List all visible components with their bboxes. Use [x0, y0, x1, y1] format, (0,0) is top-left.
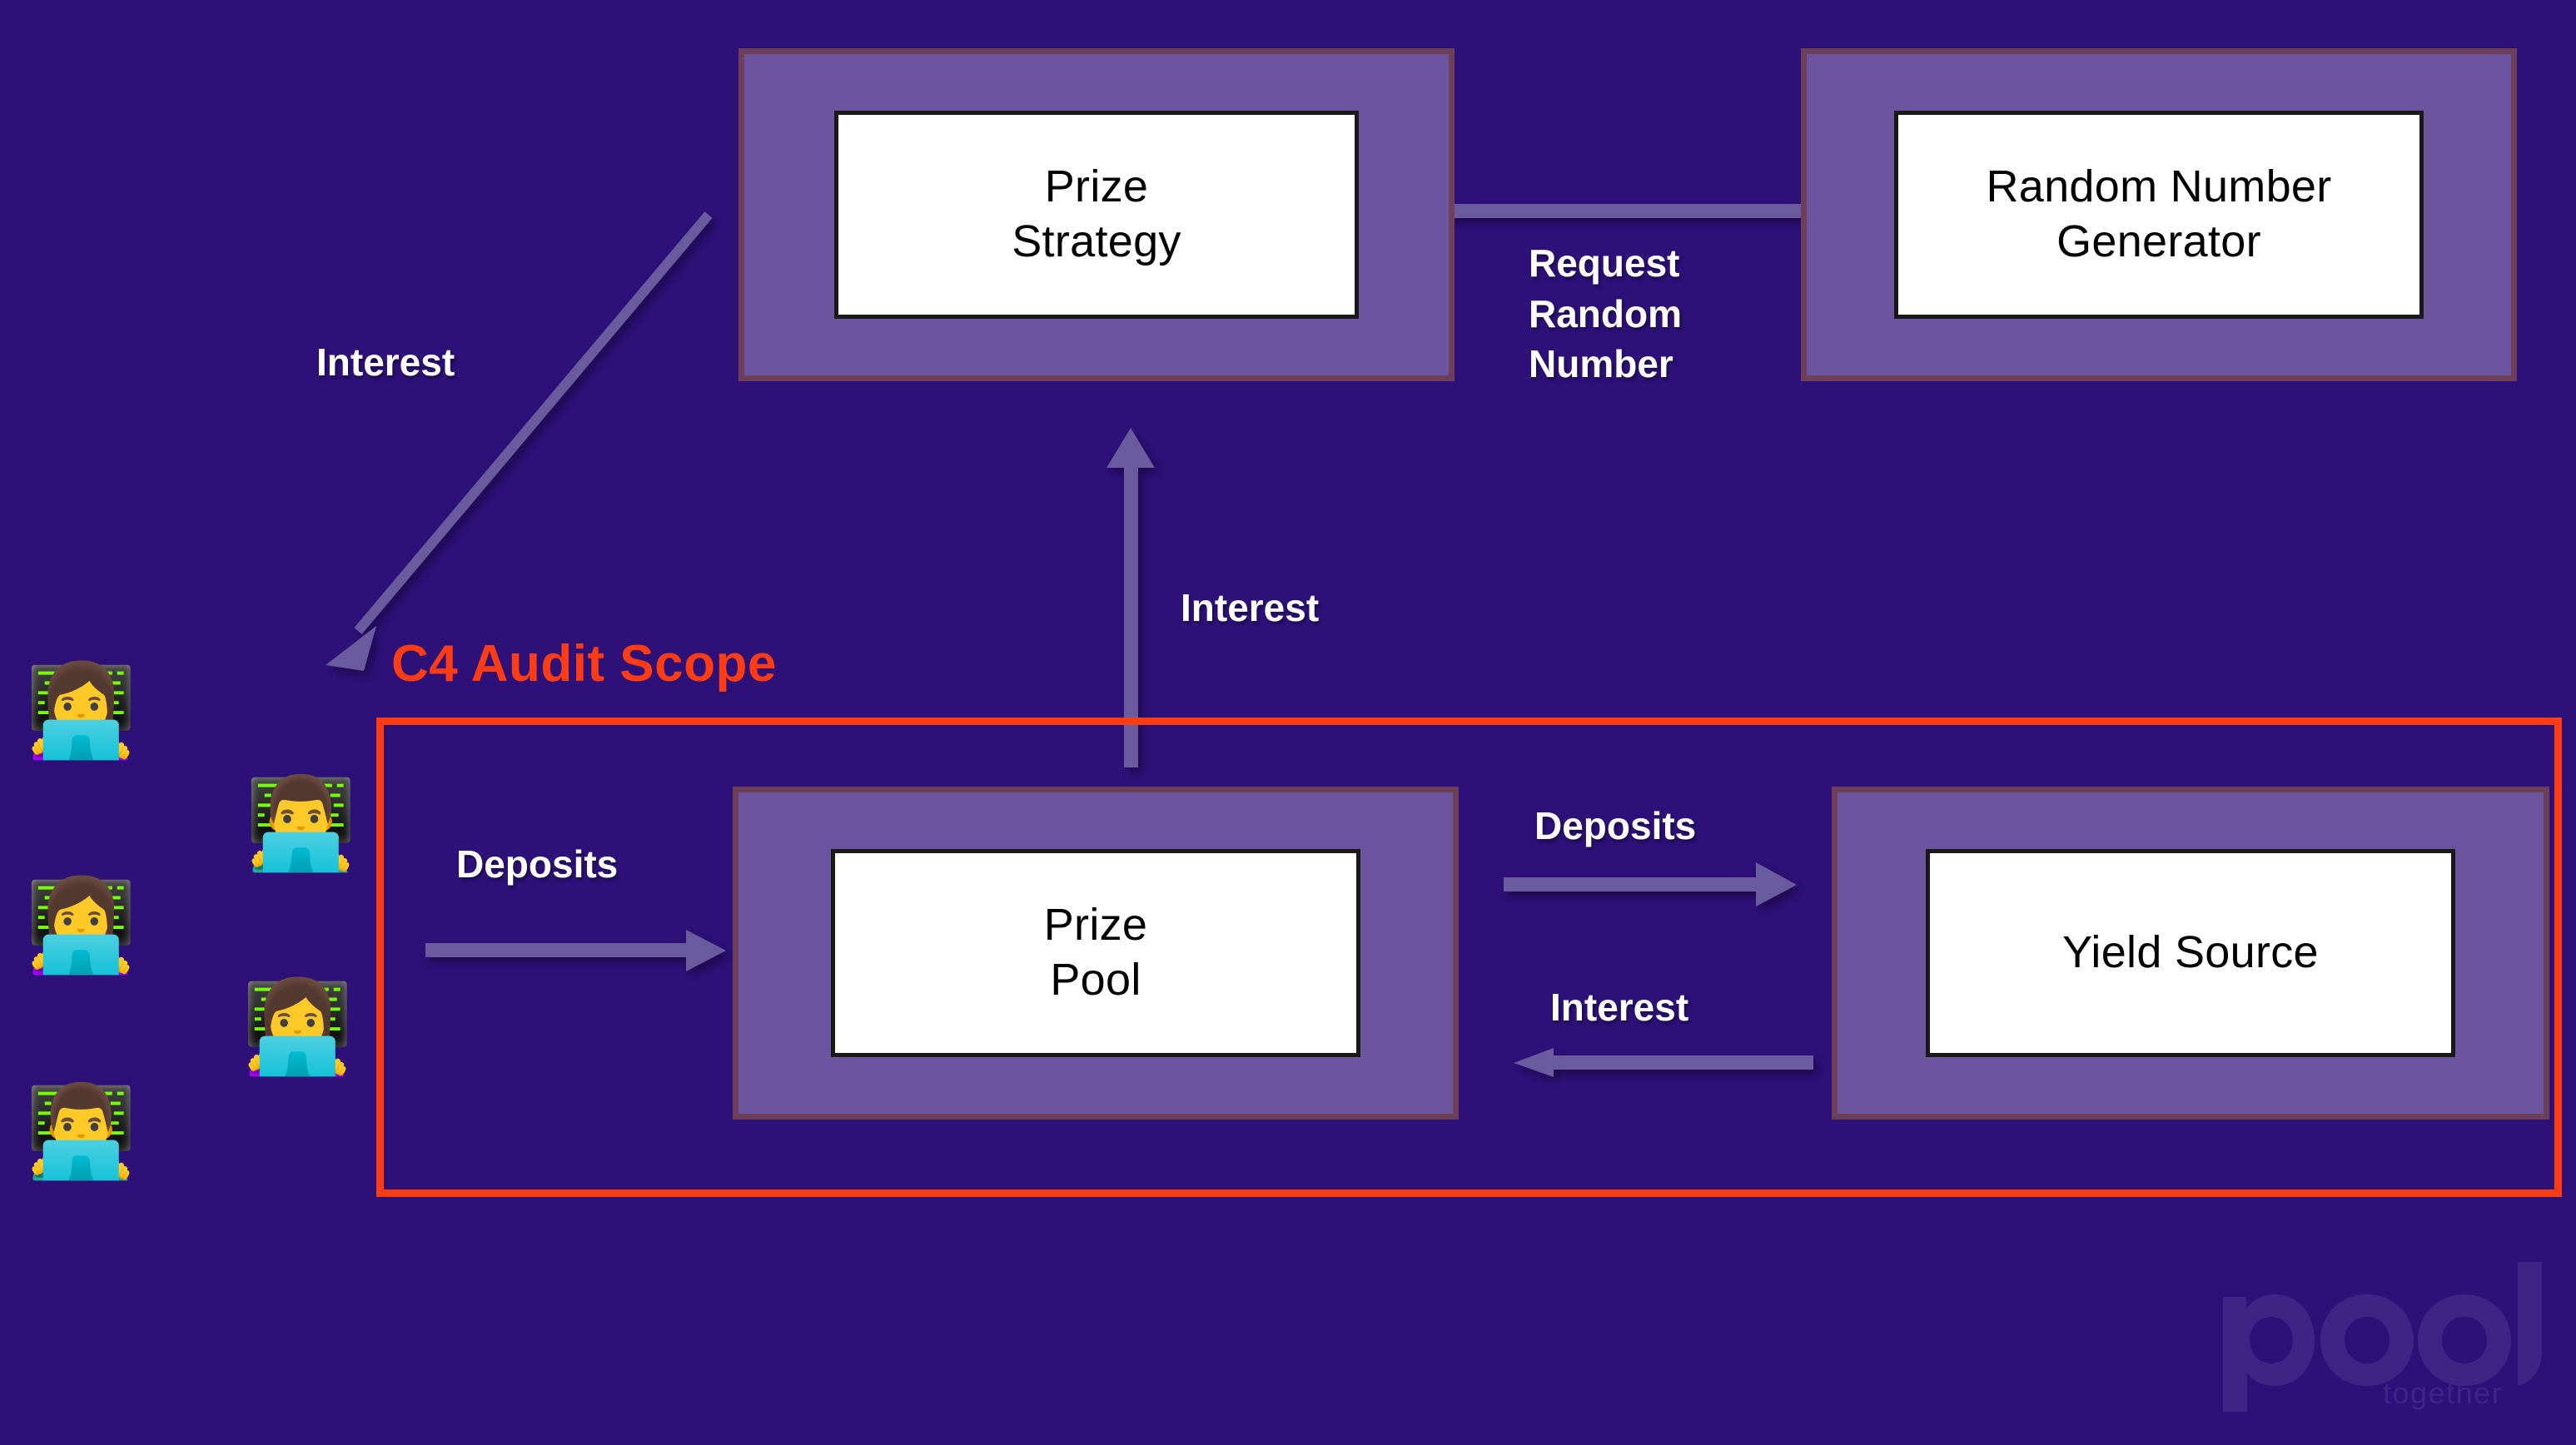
edge-label-interest-from-yield-source: Interest	[1550, 986, 1689, 1029]
node-yield-source[interactable]: Yield Source	[1832, 787, 2549, 1120]
audit-scope-title: C4 Audit Scope	[391, 635, 777, 693]
edge-label-deposits-from-users: Deposits	[456, 842, 619, 886]
woman-technologist-emoji: 👩‍💻	[25, 660, 137, 761]
node-random-number-generator[interactable]: Random Number Generator	[1801, 48, 2517, 381]
node-random-number-generator-label: Random Number Generator	[1894, 111, 2424, 319]
woman-technologist-emoji: 👩‍💻	[241, 976, 354, 1077]
svg-text:together: together	[2383, 1376, 2503, 1410]
node-prize-pool[interactable]: Prize Pool	[733, 787, 1459, 1120]
woman-technologist-emoji: 👩‍💻	[25, 875, 137, 976]
edge-label-interest-to-users: Interest	[316, 340, 455, 384]
edge-label-request-random-number: Request Random Number	[1529, 241, 1682, 386]
node-prize-pool-label: Prize Pool	[831, 849, 1360, 1057]
node-yield-source-label: Yield Source	[1926, 849, 2455, 1057]
node-prize-strategy-label: Prize Strategy	[834, 111, 1359, 319]
diagram-canvas: C4 Audit Scope Prize Strategy Random Num…	[0, 0, 2576, 1445]
man-technologist-emoji: 👨‍💻	[25, 1080, 137, 1181]
man-technologist-emoji: 👨‍💻	[245, 772, 357, 873]
pool-together-logo-watermark: together	[2223, 1262, 2542, 1412]
node-prize-strategy[interactable]: Prize Strategy	[738, 48, 1455, 381]
edge-label-deposits-to-yield-source: Deposits	[1534, 804, 1697, 847]
edge-label-interest-to-prize-strategy: Interest	[1181, 586, 1320, 629]
